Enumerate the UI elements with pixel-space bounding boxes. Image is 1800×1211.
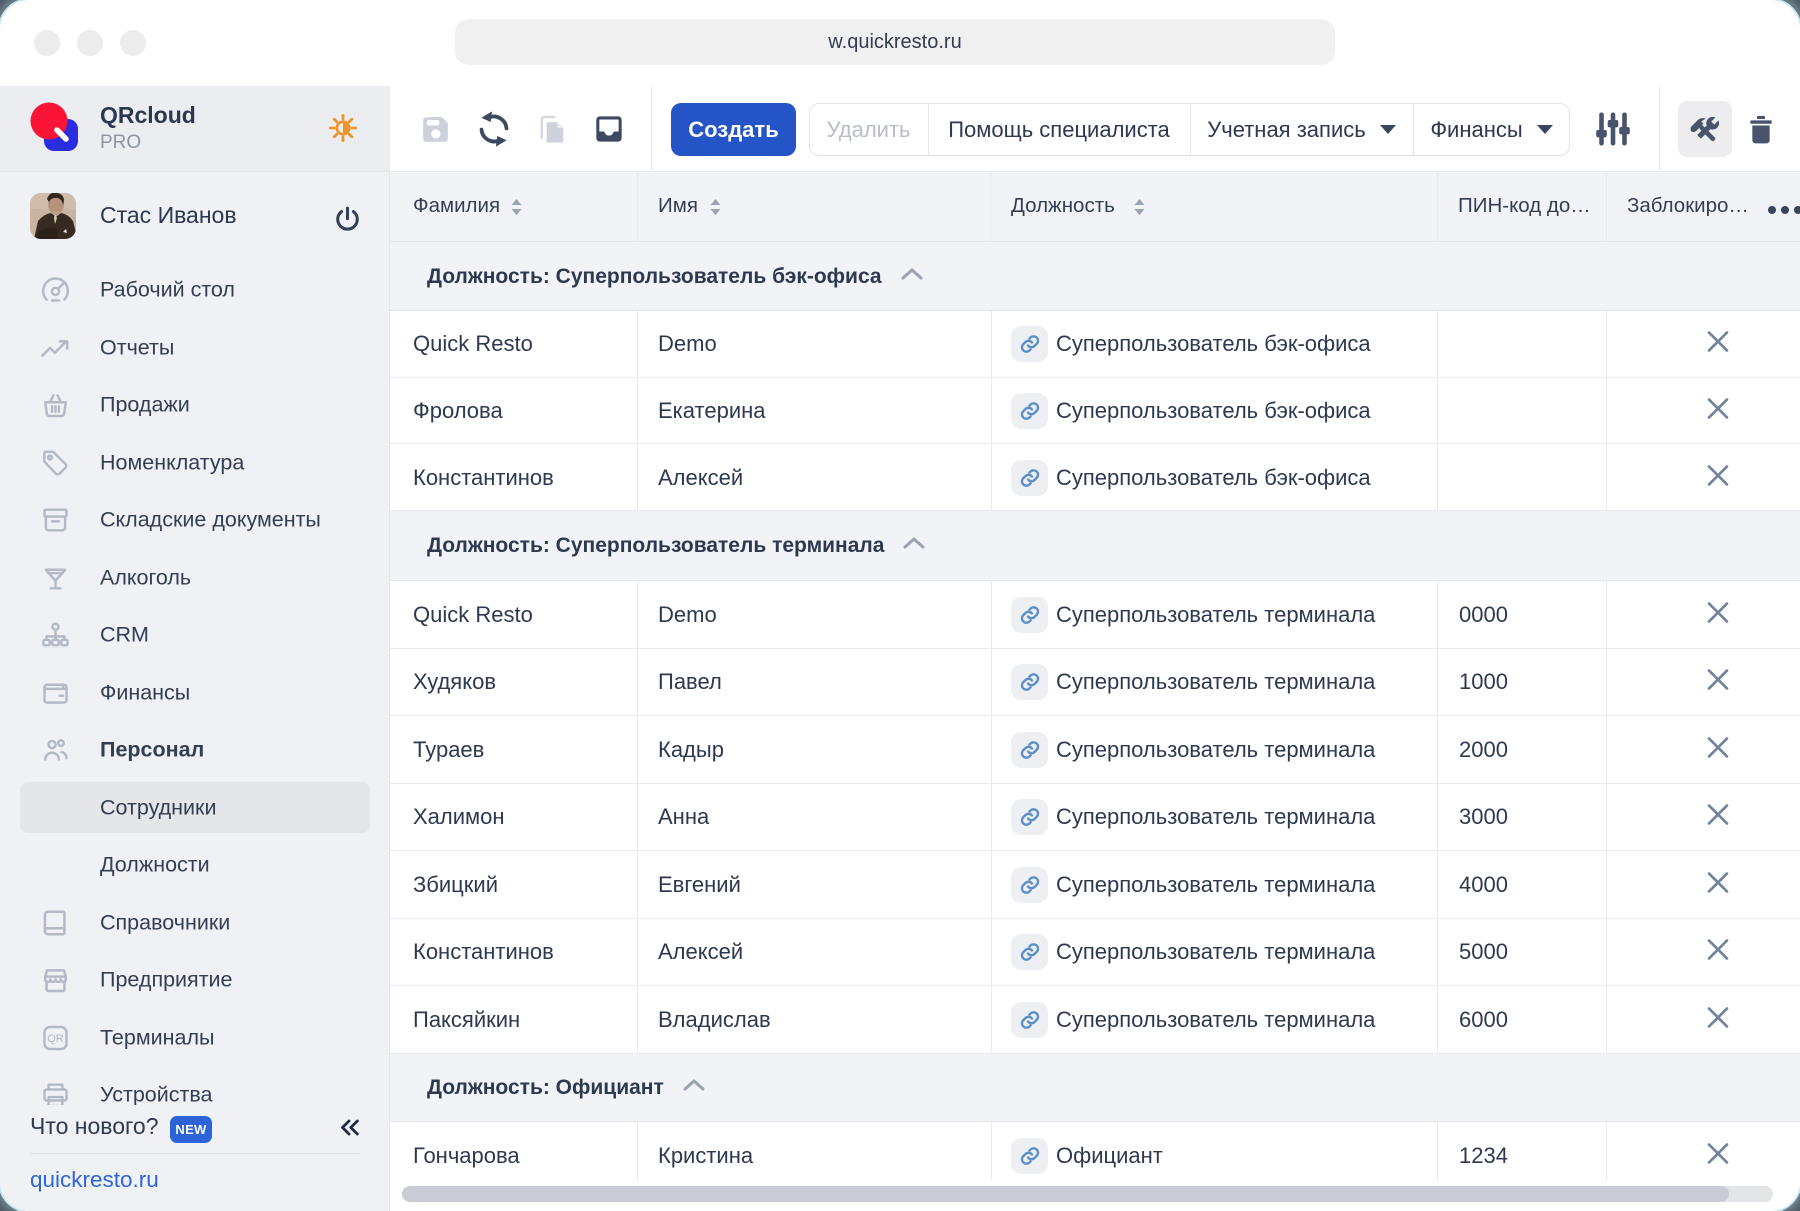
svg-text:QR: QR xyxy=(47,1033,64,1045)
